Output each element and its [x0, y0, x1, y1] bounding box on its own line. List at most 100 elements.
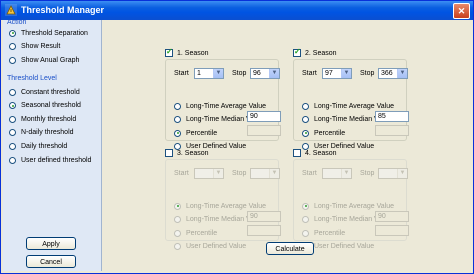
- start-label: Start: [174, 170, 189, 177]
- user-defined-input: [375, 225, 409, 236]
- title-bar[interactable]: Threshold Manager ✕: [1, 1, 473, 20]
- threshold-manager-window: Threshold Manager ✕ Action Threshold Sep…: [0, 0, 474, 274]
- user-defined-input: [247, 125, 281, 136]
- dropdown-arrow-icon[interactable]: ▼: [397, 69, 407, 78]
- radio-button[interactable]: [9, 43, 16, 51]
- option-label: Percentile: [314, 129, 346, 137]
- radio-button[interactable]: [302, 116, 309, 124]
- dropdown-arrow-icon: ▼: [341, 169, 351, 178]
- season-3-option: Percentile: [174, 228, 217, 238]
- stop-label: Stop: [232, 170, 247, 177]
- option-label: Percentile: [314, 229, 346, 237]
- radio-button: [302, 229, 309, 237]
- season-title: 2. Season: [305, 49, 337, 57]
- threshold-app-icon: [5, 4, 17, 16]
- stop-label: Stop: [232, 70, 247, 77]
- threshold-level-label: Constant threshold: [21, 88, 80, 96]
- stop-dropdown: ▼: [378, 168, 408, 179]
- start-value: 97: [325, 70, 333, 77]
- season-title: 3. Season: [177, 149, 209, 157]
- start-dropdown[interactable]: 97 ▼: [322, 68, 352, 79]
- season-1-toggle[interactable]: 1. Season: [165, 47, 209, 58]
- action-header: Action: [7, 19, 27, 26]
- radio-button[interactable]: [9, 129, 16, 137]
- dropdown-arrow-icon[interactable]: ▼: [269, 69, 279, 78]
- season-1-option[interactable]: Percentile: [174, 128, 217, 138]
- threshold-level-label: Seasonal threshold: [21, 102, 81, 110]
- season-checkbox[interactable]: [165, 149, 173, 157]
- option-label: User Defined Value: [186, 243, 247, 251]
- threshold-level-option[interactable]: Constant threshold: [9, 87, 80, 97]
- radio-button: [174, 216, 181, 224]
- stop-value: 96: [253, 70, 261, 77]
- dropdown-arrow-icon[interactable]: ▼: [213, 69, 223, 78]
- option-label: User Defined Value: [314, 243, 375, 251]
- option-label: Long-Time Average Value: [314, 202, 395, 210]
- percentile-input[interactable]: 85: [375, 111, 409, 122]
- radio-button: [174, 243, 181, 251]
- action-option[interactable]: Threshold Separation: [9, 28, 88, 38]
- radio-button[interactable]: [174, 102, 181, 110]
- start-dropdown[interactable]: 1 ▼: [194, 68, 224, 79]
- close-button[interactable]: ✕: [453, 3, 470, 19]
- season-3-box: Start ▼ Stop ▼ Long-Time Average Value Long-T…: [165, 159, 281, 251]
- radio-button: [174, 229, 181, 237]
- radio-button[interactable]: [9, 88, 16, 96]
- percentile-input[interactable]: 90: [247, 111, 281, 122]
- dropdown-arrow-icon: ▼: [397, 169, 407, 178]
- radio-button[interactable]: [9, 142, 16, 150]
- radio-button: [302, 202, 309, 210]
- threshold-level-option[interactable]: Monthly threshold: [9, 114, 76, 124]
- threshold-level-option[interactable]: Seasonal threshold: [9, 101, 81, 111]
- option-label: Percentile: [186, 129, 218, 137]
- radio-button[interactable]: [302, 129, 309, 137]
- threshold-level-label: Monthly threshold: [21, 115, 77, 123]
- radio-button[interactable]: [174, 129, 181, 137]
- season-2-toggle[interactable]: 2. Season: [293, 47, 337, 58]
- radio-button[interactable]: [9, 102, 16, 110]
- calculate-button[interactable]: Calculate: [266, 242, 314, 255]
- threshold-level-label: Daily threshold: [21, 142, 68, 150]
- dropdown-arrow-icon: ▼: [269, 169, 279, 178]
- season-3-toggle[interactable]: 3. Season: [165, 148, 209, 158]
- radio-button[interactable]: [174, 116, 181, 124]
- threshold-level-option[interactable]: Daily threshold: [9, 141, 67, 151]
- radio-button[interactable]: [302, 102, 309, 110]
- season-checkbox[interactable]: [293, 47, 301, 57]
- season-title: 4. Season: [305, 149, 337, 157]
- season-checkbox[interactable]: [293, 149, 301, 157]
- window-title: Threshold Manager: [21, 5, 105, 15]
- option-label: Percentile: [186, 229, 218, 237]
- stop-dropdown[interactable]: 96 ▼: [250, 68, 280, 79]
- radio-button[interactable]: [9, 115, 16, 123]
- start-label: Start: [174, 70, 189, 77]
- option-label: Long-Time Average Value: [314, 102, 395, 110]
- season-4-option: Percentile: [302, 228, 345, 238]
- season-title: 1. Season: [177, 49, 209, 57]
- user-defined-input: [375, 125, 409, 136]
- threshold-level-option[interactable]: User defined threshold: [9, 155, 91, 165]
- season-4-toggle[interactable]: 4. Season: [293, 148, 337, 158]
- apply-button[interactable]: Apply: [26, 237, 76, 250]
- season-1-box: Start 1 ▼ Stop 96 ▼ Long-Time Average Value Lon…: [165, 59, 281, 151]
- radio-button: [302, 216, 309, 224]
- threshold-level-label: N-daily threshold: [21, 129, 74, 137]
- radio-button[interactable]: [9, 56, 16, 64]
- stop-dropdown[interactable]: 366 ▼: [378, 68, 408, 79]
- season-3-option: User Defined Value: [174, 242, 246, 252]
- action-option[interactable]: Show Anual Graph: [9, 55, 79, 65]
- cancel-button[interactable]: Cancel: [26, 255, 76, 268]
- radio-button[interactable]: [9, 156, 16, 164]
- season-2-option[interactable]: Long-Time Average Value: [302, 101, 394, 111]
- percentile-input: 90: [375, 211, 409, 222]
- dropdown-arrow-icon[interactable]: ▼: [341, 69, 351, 78]
- threshold-level-option[interactable]: N-daily threshold: [9, 128, 74, 138]
- stop-label: Stop: [360, 70, 375, 77]
- season-checkbox[interactable]: [165, 47, 173, 57]
- season-2-option[interactable]: Percentile: [302, 128, 345, 138]
- user-defined-input: [247, 225, 281, 236]
- radio-button[interactable]: [9, 29, 16, 37]
- threshold-level-label: User defined threshold: [21, 156, 92, 164]
- action-option[interactable]: Show Result: [9, 42, 60, 52]
- season-1-option[interactable]: Long-Time Average Value: [174, 101, 266, 111]
